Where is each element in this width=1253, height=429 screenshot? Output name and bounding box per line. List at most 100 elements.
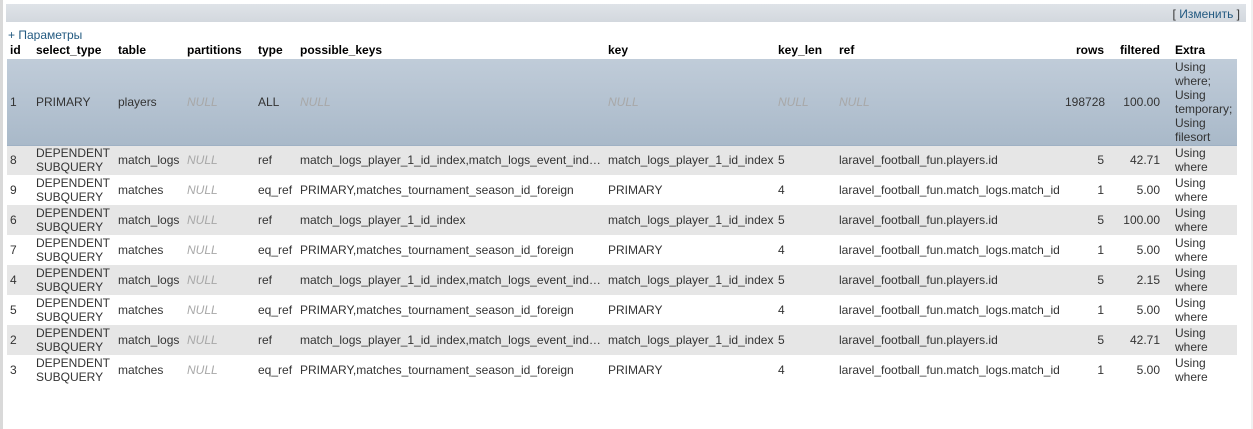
table-row[interactable]: 1 PRIMARY players NULL ALL NULL NULL NUL…	[7, 59, 1237, 146]
cell-table: matches	[118, 303, 164, 317]
cell-key-len: 5	[778, 153, 785, 168]
cell-ref: laravel_football_fun.match_logs.match_id	[839, 183, 1060, 197]
cell-key-len: 4	[778, 243, 785, 257]
cell-id: 3	[10, 363, 17, 377]
cell-select-type: DEPENDENT SUBQUERY	[36, 266, 110, 294]
cell-partitions: NULL	[187, 243, 218, 257]
cell-key-len: 4	[778, 303, 785, 317]
cell-extra: Using where	[1175, 266, 1208, 294]
cell-table: matches	[118, 363, 164, 377]
table-row[interactable]: 8 DEPENDENT SUBQUERY match_logs NULL ref…	[7, 145, 1237, 175]
cell-possible-keys: PRIMARY,matches_tournament_season_id_for…	[300, 363, 574, 377]
cell-filtered: 2.15	[1136, 273, 1160, 287]
column-header-table[interactable]: table	[115, 41, 184, 59]
cell-table: match_logs	[118, 213, 180, 227]
column-header-type[interactable]: type	[255, 41, 297, 59]
table-header-row: id select_type table partitions type pos…	[7, 41, 1237, 59]
cell-type: ref	[258, 153, 273, 168]
column-header-possible-keys[interactable]: possible_keys	[297, 41, 605, 59]
column-header-rows[interactable]: rows	[1062, 41, 1116, 59]
cell-extra: Using where	[1175, 326, 1208, 354]
cell-key: PRIMARY	[608, 183, 663, 197]
cell-key-len: NULL	[775, 59, 836, 146]
table-row[interactable]: 7 DEPENDENT SUBQUERY matches NULL eq_ref…	[7, 235, 1237, 265]
cell-key: match_logs_player_1_id_index	[608, 213, 774, 227]
explain-results-table: id select_type table partitions type pos…	[7, 41, 1237, 385]
cell-id: 1	[7, 59, 33, 146]
cell-partitions: NULL	[187, 333, 218, 347]
table-row[interactable]: 9 DEPENDENT SUBQUERY matches NULL eq_ref…	[7, 175, 1237, 205]
cell-select-type: DEPENDENT SUBQUERY	[36, 326, 110, 354]
cell-possible-keys: match_logs_player_1_id_index,match_logs_…	[300, 333, 605, 347]
table-row[interactable]: 4 DEPENDENT SUBQUERY match_logs NULL ref…	[7, 265, 1237, 295]
cell-possible-keys: PRIMARY,matches_tournament_season_id_for…	[300, 243, 574, 257]
column-header-key[interactable]: key	[605, 41, 775, 59]
cell-key-len: 5	[778, 213, 785, 227]
bracket-close: ]	[1233, 7, 1240, 21]
cell-possible-keys: NULL	[297, 59, 605, 146]
cell-type: ref	[258, 213, 273, 227]
cell-rows: 5	[1097, 213, 1104, 227]
cell-partitions: NULL	[187, 273, 218, 287]
cell-filtered: 42.71	[1129, 333, 1160, 347]
cell-type: eq_ref	[258, 183, 293, 197]
column-header-key-len[interactable]: key_len	[775, 41, 836, 59]
cell-possible-keys: match_logs_player_1_id_index	[300, 213, 466, 227]
cell-ref: laravel_football_fun.players.id	[839, 333, 998, 347]
cell-table: matches	[118, 243, 164, 257]
cell-extra: Using where	[1175, 296, 1208, 324]
options-toggle[interactable]: + Параметры	[8, 28, 82, 42]
cell-rows: 1	[1097, 243, 1104, 257]
column-header-select-type[interactable]: select_type	[33, 41, 115, 59]
cell-id: 8	[10, 153, 17, 168]
cell-ref: laravel_football_fun.players.id	[839, 273, 998, 287]
cell-rows: 5	[1097, 153, 1104, 168]
column-header-ref[interactable]: ref	[836, 41, 1062, 59]
left-border	[0, 0, 3, 429]
cell-table: players	[115, 59, 184, 146]
cell-rows: 1	[1097, 183, 1104, 197]
cell-ref: NULL	[836, 59, 1062, 146]
table-row[interactable]: 5 DEPENDENT SUBQUERY matches NULL eq_ref…	[7, 295, 1237, 325]
column-header-id[interactable]: id	[7, 41, 33, 59]
cell-partitions: NULL	[187, 213, 218, 227]
cell-key-len: 4	[778, 363, 785, 377]
cell-filtered: 5.00	[1136, 183, 1160, 197]
column-header-extra[interactable]: Extra	[1172, 41, 1237, 59]
cell-possible-keys: PRIMARY,matches_tournament_season_id_for…	[300, 183, 574, 197]
table-row[interactable]: 3 DEPENDENT SUBQUERY matches NULL eq_ref…	[7, 355, 1237, 385]
cell-select-type: DEPENDENT SUBQUERY	[36, 146, 110, 175]
cell-partitions: NULL	[187, 363, 218, 377]
cell-key: NULL	[605, 59, 775, 146]
cell-select-type: PRIMARY	[33, 59, 115, 146]
table-row[interactable]: 6 DEPENDENT SUBQUERY match_logs NULL ref…	[7, 205, 1237, 235]
cell-id: 9	[10, 183, 17, 197]
cell-partitions: NULL	[187, 183, 218, 197]
cell-select-type: DEPENDENT SUBQUERY	[36, 236, 110, 264]
cell-select-type: DEPENDENT SUBQUERY	[36, 176, 110, 204]
column-header-partitions[interactable]: partitions	[184, 41, 255, 59]
column-header-filtered[interactable]: filtered	[1116, 41, 1172, 59]
edit-query-control: [ Изменить ]	[1173, 7, 1240, 21]
cell-possible-keys: match_logs_player_1_id_index,match_logs_…	[300, 273, 605, 287]
edit-query-link[interactable]: Изменить	[1179, 7, 1233, 21]
cell-possible-keys: PRIMARY,matches_tournament_season_id_for…	[300, 303, 574, 317]
cell-key-len: 4	[778, 183, 785, 197]
cell-key: PRIMARY	[608, 243, 663, 257]
cell-filtered: 5.00	[1136, 363, 1160, 377]
cell-extra: Using where	[1175, 176, 1208, 204]
cell-filtered: 42.71	[1129, 153, 1160, 168]
cell-key: match_logs_player_1_id_index	[608, 333, 774, 347]
cell-rows: 198728	[1062, 59, 1116, 146]
cell-ref: laravel_football_fun.match_logs.match_id	[839, 243, 1060, 257]
table-row[interactable]: 2 DEPENDENT SUBQUERY match_logs NULL ref…	[7, 325, 1237, 355]
cell-type: ref	[258, 333, 273, 347]
cell-type: eq_ref	[258, 303, 293, 317]
cell-key-len: 5	[778, 333, 785, 347]
cell-type: ref	[258, 273, 273, 287]
cell-select-type: DEPENDENT SUBQUERY	[36, 206, 110, 234]
cell-rows: 1	[1097, 303, 1104, 317]
cell-ref: laravel_football_fun.players.id	[839, 213, 998, 227]
cell-extra: Using where; Using temporary; Using file…	[1172, 59, 1237, 146]
cell-id: 5	[10, 303, 17, 317]
